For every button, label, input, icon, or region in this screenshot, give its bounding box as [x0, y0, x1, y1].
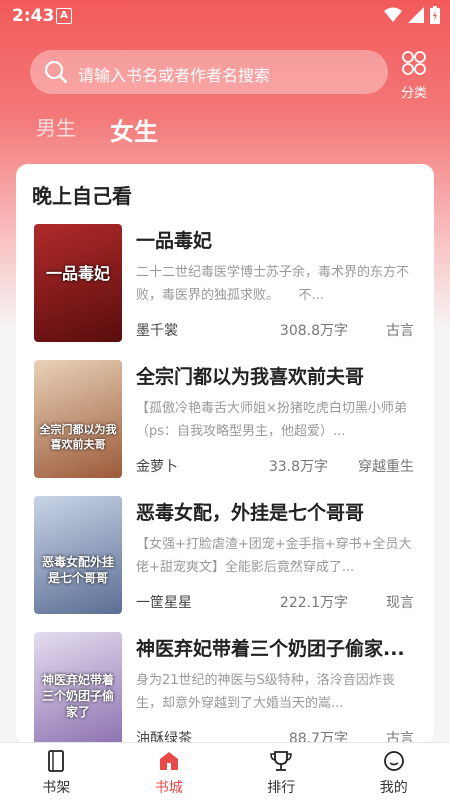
book-item[interactable]: 恶毒女配外挂是七个哥哥 恶毒女配，外挂是七个哥哥 【女强+打脸虐渣+团宠+金手指… — [34, 496, 414, 614]
wifi-icon — [384, 7, 402, 23]
book-cover: 一品毒妃 — [34, 224, 122, 342]
store-icon — [157, 749, 181, 773]
tab-label: 书城 — [155, 780, 183, 796]
status-time: 2:43 — [12, 6, 54, 26]
book-description: 【女强+打脸虐渣+团宠+金手指+穿书+全员大佬+甜宠爽文】全能影后竟然穿成了..… — [136, 533, 414, 579]
signal-icon — [408, 7, 424, 23]
book-author: 一筐星星 — [136, 592, 192, 612]
book-cover-title: 神医弃妃带着三个奶团子偷家了 — [34, 672, 122, 720]
book-title: 一品毒妃 — [136, 226, 414, 253]
tab-label: 排行 — [267, 780, 295, 796]
tab-store[interactable]: 书城 — [113, 743, 226, 801]
book-item[interactable]: 神医弃妃带着三个奶团子偷家了 神医弃妃带着三个奶团子偷家... 身为21世纪的神… — [34, 632, 414, 744]
book-word-count: 222.1万字 — [280, 592, 348, 612]
tab-label: 书架 — [42, 780, 70, 796]
book-title: 恶毒女配，外挂是七个哥哥 — [136, 498, 414, 525]
category-label: 分类 — [396, 82, 432, 101]
status-bar: 2:43 A — [0, 0, 450, 32]
book-item[interactable]: 全宗门都以为我喜欢前夫哥 全宗门都以为我喜欢前夫哥 【孤傲冷艳毒舌大师姐×扮猪吃… — [34, 360, 414, 478]
book-description: 【孤傲冷艳毒舌大师姐×扮猪吃虎白切黑小师弟（ps：自我攻略型男主，他超爱）... — [136, 397, 414, 443]
book-cover: 神医弃妃带着三个奶团子偷家了 — [34, 632, 122, 744]
trophy-icon — [269, 749, 293, 773]
book-word-count: 308.8万字 — [280, 320, 348, 340]
category-button[interactable]: 分类 — [396, 50, 432, 101]
book-description: 二十二世纪毒医学博士苏子余，毒术界的东方不败，毒医界的独孤求败。 不... — [136, 261, 414, 307]
bookshelf-icon — [44, 749, 68, 773]
bottom-tab-bar: 书架 书城 排行 我的 — [0, 742, 450, 801]
book-title: 全宗门都以为我喜欢前夫哥 — [136, 362, 414, 389]
book-word-count: 33.8万字 — [269, 456, 328, 476]
tab-bookshelf[interactable]: 书架 — [0, 743, 113, 801]
tab-male[interactable]: 男生 — [36, 112, 76, 141]
section-title: 晚上自己看 — [32, 180, 132, 209]
category-grid-icon — [401, 50, 427, 76]
tab-ranking[interactable]: 排行 — [225, 743, 338, 801]
tab-female[interactable]: 女生 — [110, 112, 158, 147]
book-cover: 全宗门都以为我喜欢前夫哥 — [34, 360, 122, 478]
book-title: 神医弃妃带着三个奶团子偷家... — [136, 634, 414, 661]
search-placeholder: 请输入书名或者作者名搜索 — [78, 62, 270, 86]
book-cover-title: 一品毒妃 — [34, 260, 122, 284]
search-icon — [44, 60, 68, 84]
book-author: 金萝卜 — [136, 456, 178, 476]
book-genre: 古言 — [386, 320, 414, 340]
tab-label: 我的 — [380, 780, 408, 796]
book-genre: 现言 — [386, 592, 414, 612]
book-cover-title: 全宗门都以为我喜欢前夫哥 — [34, 422, 122, 452]
recommend-section: 晚上自己看 一品毒妃 一品毒妃 二十二世纪毒医学博士苏子余，毒术界的东方不败，毒… — [16, 164, 434, 744]
tab-profile[interactable]: 我的 — [338, 743, 450, 801]
book-cover-title: 恶毒女配外挂是七个哥哥 — [34, 554, 122, 586]
accessibility-icon: A — [56, 8, 72, 24]
book-cover: 恶毒女配外挂是七个哥哥 — [34, 496, 122, 614]
battery-icon — [430, 6, 440, 24]
book-item[interactable]: 一品毒妃 一品毒妃 二十二世纪毒医学博士苏子余，毒术界的东方不败，毒医界的独孤求… — [34, 224, 414, 342]
profile-icon — [382, 749, 406, 773]
book-author: 墨千裳 — [136, 320, 178, 340]
book-genre: 穿越重生 — [358, 456, 414, 476]
search-bar[interactable]: 请输入书名或者作者名搜索 — [30, 50, 388, 94]
book-description: 身为21世纪的神医与S级特种，洛泠音因炸丧生，却意外穿越到了大婚当天的嵩... — [136, 669, 414, 715]
